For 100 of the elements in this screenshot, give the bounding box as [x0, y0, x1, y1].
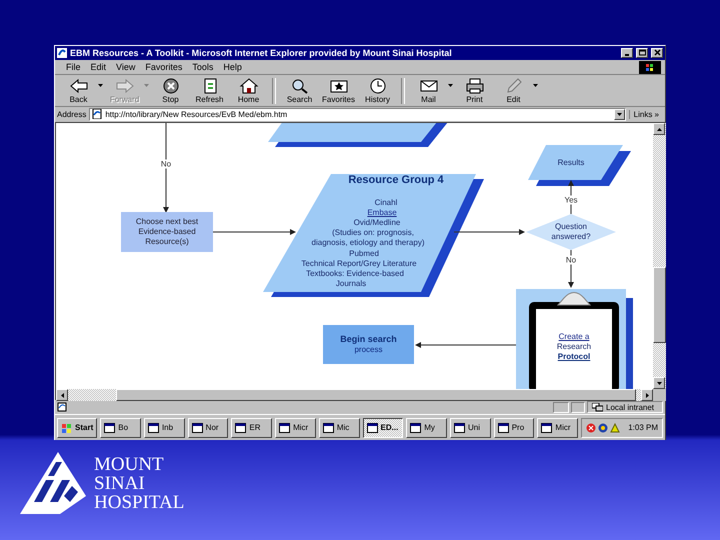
window-icon — [192, 422, 203, 432]
logo-text: SINAI — [94, 474, 146, 492]
node-text: Pubmed — [349, 249, 379, 260]
toolbar-button[interactable]: Refresh — [190, 78, 229, 104]
link[interactable]: Create a — [558, 332, 590, 342]
house-icon — [238, 78, 258, 94]
logo-text: HOSPITAL — [94, 492, 184, 512]
node-text: Journals — [336, 279, 366, 290]
node-text: Ovid/Medline — [354, 218, 400, 228]
vertical-scrollbar[interactable] — [653, 123, 666, 390]
toolbar-button[interactable]: Mail — [409, 78, 448, 104]
node-text: Technical Report/Grey Literature — [301, 259, 417, 270]
printer-icon — [464, 78, 484, 94]
flow-arrow — [454, 229, 525, 236]
right-arrow-icon — [646, 392, 648, 398]
scroll-down-button[interactable] — [653, 377, 665, 390]
close-button[interactable] — [651, 48, 663, 58]
taskbar-button[interactable]: Micr — [537, 418, 578, 438]
taskbar-button[interactable]: Uni — [450, 418, 491, 438]
menu-item[interactable]: Favorites — [140, 62, 188, 72]
scroll-left-button[interactable] — [56, 389, 68, 402]
node-text: Results — [558, 158, 584, 168]
page-icon — [92, 109, 102, 120]
toolbar-button[interactable]: Search — [280, 78, 319, 104]
toolbar-button[interactable]: Back — [59, 78, 98, 104]
caret-icon[interactable] — [533, 84, 538, 88]
node-text: Textbooks: Evidence-based — [306, 269, 404, 280]
menu-item[interactable]: File — [61, 62, 86, 72]
node-text: answered? — [551, 232, 591, 242]
process-box: Begin search process — [323, 325, 414, 364]
window-icon — [322, 422, 334, 432]
maximize-icon — [638, 49, 646, 56]
node-text: Cinahl — [374, 198, 398, 208]
maximize-button[interactable] — [636, 48, 648, 58]
taskbar-button[interactable]: Micr — [275, 418, 316, 438]
window-icon — [454, 422, 465, 432]
taskbar-button[interactable]: ED... — [362, 418, 404, 438]
window-icon — [104, 422, 116, 432]
envelope-icon — [418, 78, 438, 94]
scroll-up-button[interactable] — [653, 123, 665, 136]
clock-icon — [368, 78, 388, 94]
toolbar-button[interactable]: Stop — [151, 78, 190, 104]
taskbar-button[interactable]: Pro — [494, 418, 534, 438]
address-field[interactable]: http://nto/library/New Resources/EvB Med/ebm.htm — [89, 108, 626, 121]
toolbar-button[interactable]: Favorites — [319, 78, 358, 104]
node-text: (Studies on: prognosis, — [332, 228, 414, 238]
taskbar-button[interactable]: My — [406, 418, 447, 438]
minimize-button[interactable] — [621, 48, 633, 58]
right-arrow-icon — [114, 78, 134, 94]
browser-icon — [57, 48, 67, 58]
node-text: Question — [554, 222, 588, 232]
link[interactable]: Embase — [367, 208, 397, 218]
links-button[interactable]: Links » — [628, 110, 663, 119]
connector-label: No — [160, 160, 172, 169]
taskbar-button[interactable]: Mic — [318, 418, 360, 438]
taskbar-button[interactable]: Bo — [100, 418, 141, 438]
toolbar-button[interactable]: Print — [455, 78, 494, 104]
toolbar-button[interactable]: Edit — [494, 78, 533, 104]
left-arrow-icon — [60, 392, 64, 398]
search-icon — [290, 78, 310, 94]
address-label: Address — [57, 110, 86, 119]
taskbar-button[interactable]: ER — [231, 418, 272, 438]
stop-icon — [160, 78, 180, 94]
node-text: Research — [556, 342, 592, 352]
caret-icon[interactable] — [448, 84, 453, 88]
start-button[interactable]: Start — [57, 418, 98, 438]
close-icon — [652, 49, 662, 56]
menu-item[interactable]: Tools — [187, 62, 218, 72]
caret-icon — [616, 112, 622, 116]
link[interactable]: Protocol — [558, 352, 590, 362]
menu-item[interactable]: View — [111, 62, 140, 72]
page-icon — [57, 402, 68, 412]
taskbar-button[interactable]: Nor — [188, 418, 228, 438]
dropdown-button[interactable] — [614, 108, 625, 120]
window-icon — [366, 422, 378, 432]
toolbar-button[interactable]: Home — [229, 78, 268, 104]
window-icon — [235, 422, 246, 432]
menu-item[interactable]: Help — [218, 62, 247, 72]
window-title: EBM Resources - A Toolkit - Microsoft Internet Explorer provided by Mount Sinai Hospital — [70, 48, 453, 58]
caret-icon[interactable] — [98, 84, 103, 88]
triangle-icon[interactable] — [610, 422, 620, 432]
window-icon — [410, 422, 422, 432]
menu-item[interactable]: Edit — [86, 62, 112, 72]
window-icon — [148, 422, 159, 432]
shape-heading: Resource Group 4 — [348, 173, 444, 188]
logo-text: MOUNT — [94, 454, 165, 474]
up-arrow-icon — [656, 128, 662, 131]
connector-label: No — [564, 256, 578, 265]
taskbar-button[interactable]: Inb — [144, 418, 185, 438]
window-icon — [279, 422, 290, 432]
stop-sign-icon[interactable] — [586, 422, 596, 432]
zone-label: Local intranet — [606, 402, 654, 412]
toolbar-button[interactable]: History — [358, 78, 397, 104]
scroll-right-button[interactable] — [641, 389, 653, 402]
status-panel — [571, 402, 585, 413]
status-panel — [553, 402, 569, 413]
window-icon — [498, 422, 509, 432]
clock: 1:03 PM — [628, 423, 658, 432]
scroll-thumb[interactable] — [653, 267, 666, 344]
node-text: diagnosis, etiology and therapy) — [312, 238, 424, 248]
